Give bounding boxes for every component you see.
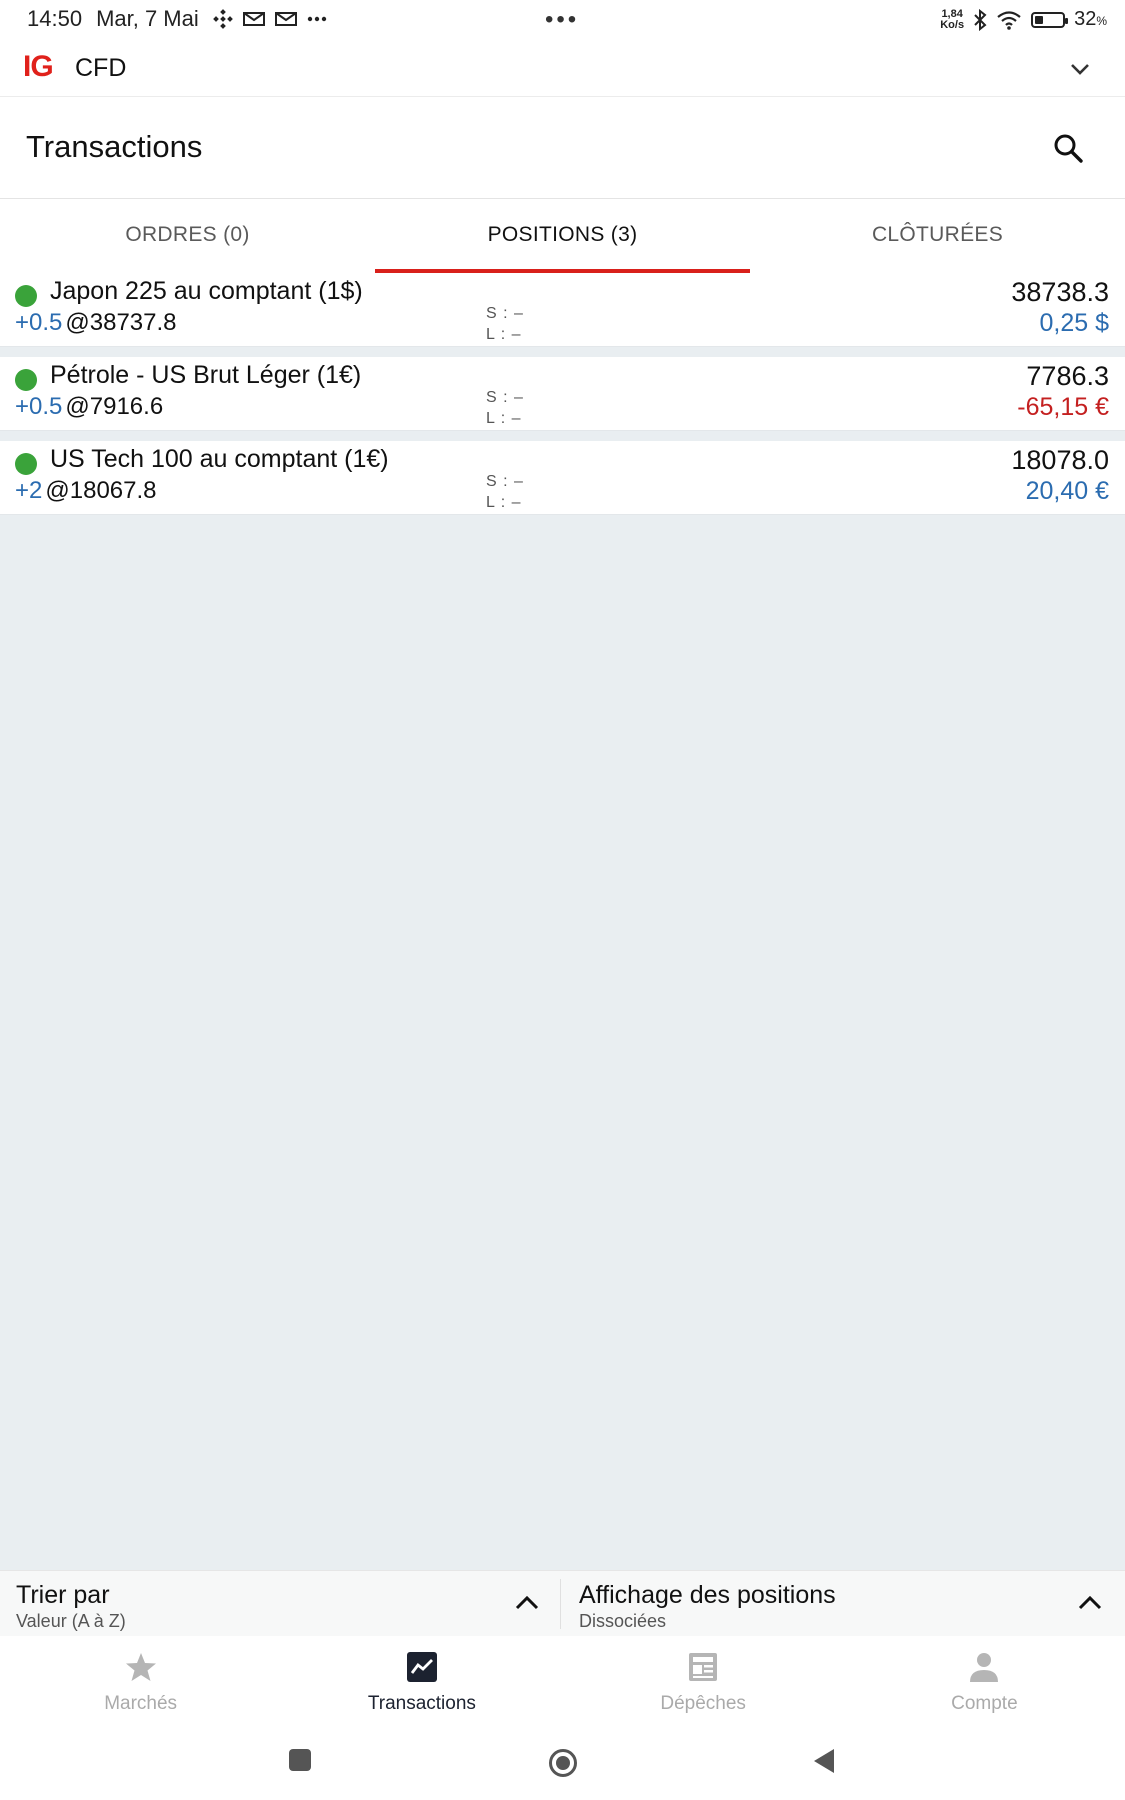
profit-loss: -65,15 € (1017, 393, 1109, 421)
status-right: 1,84 Ko/s 32% (940, 8, 1107, 31)
binance-icon (212, 9, 233, 29)
status-time: 14:50 (27, 6, 83, 31)
market-open-indicator (15, 453, 37, 475)
chevron-up-icon[interactable] (514, 1593, 540, 1611)
bottom-navigation: Marchés Transactions Dépêches Compte (0, 1636, 1125, 1726)
battery-percent-sign: % (1096, 14, 1107, 28)
net-speed-value: 1,84 (941, 7, 963, 20)
position-row[interactable]: Pétrole - US Brut Léger (1€) +0.5 @7916.6… (0, 357, 1125, 431)
profit-loss: 0,25 $ (1039, 309, 1109, 337)
page-header: Transactions (0, 97, 1125, 199)
stop-level: S : – (486, 389, 524, 406)
position-size: +2 @18067.8 (15, 477, 157, 505)
battery-icon (1031, 11, 1069, 28)
notification-icons (212, 9, 327, 29)
stop-limit: S : – L : – (486, 303, 524, 345)
limit-level: L : – (486, 410, 522, 427)
nav-account[interactable]: Compte (844, 1636, 1125, 1726)
position-display-selector[interactable]: Affichage des positions Dissociées (563, 1571, 1125, 1637)
home-icon[interactable] (548, 1748, 578, 1778)
account-type-title[interactable]: CFD (75, 54, 126, 83)
chart-icon (406, 1652, 437, 1682)
profit-loss: 20,40 € (1025, 477, 1109, 505)
bluetooth-icon (974, 8, 987, 31)
back-icon[interactable] (812, 1748, 836, 1774)
position-at: @ (45, 477, 70, 504)
sort-display-bar: Trier par Valeur (A à Z) Affichage des p… (0, 1570, 1125, 1637)
person-icon (970, 1653, 999, 1682)
battery-percent: 32% (1074, 8, 1107, 31)
system-navigation (0, 1726, 1125, 1800)
limit-level: L : – (486, 494, 522, 511)
current-price: 18078.0 (1011, 445, 1109, 475)
position-row[interactable]: Japon 225 au comptant (1$) +0.5 @38737.8 … (0, 273, 1125, 347)
stop-level: S : – (486, 305, 524, 322)
current-price: 38738.3 (1011, 277, 1109, 307)
nav-label: Dépêches (660, 1693, 746, 1714)
position-name: US Tech 100 au comptant (1€) (50, 445, 389, 473)
battery-percent-value: 32 (1074, 8, 1097, 30)
stop-limit: S : – L : – (486, 387, 524, 429)
position-at: @ (65, 309, 90, 336)
position-direction-size: +0.5 (15, 393, 63, 420)
mail-icon (274, 12, 297, 26)
display-title: Affichage des positions (579, 1581, 836, 1609)
position-open-price: 18067.8 (69, 477, 157, 504)
nav-transactions[interactable]: Transactions (281, 1636, 562, 1726)
stop-level: S : – (486, 473, 524, 490)
tab-closed[interactable]: CLÔTURÉES (750, 199, 1125, 273)
tab-bar: ORDRES (0) POSITIONS (3) CLÔTURÉES (0, 199, 1125, 273)
sort-selector[interactable]: Trier par Valeur (A à Z) (0, 1571, 560, 1637)
tab-positions[interactable]: POSITIONS (3) (375, 199, 750, 273)
chevron-down-icon[interactable] (1069, 58, 1091, 80)
nav-news[interactable]: Dépêches (563, 1636, 844, 1726)
position-size: +0.5 @7916.6 (15, 393, 163, 421)
search-icon[interactable] (1051, 131, 1085, 165)
divider (560, 1579, 561, 1629)
position-name: Pétrole - US Brut Léger (1€) (50, 361, 362, 389)
position-name: Japon 225 au comptant (1$) (50, 277, 363, 305)
position-open-price: 38737.8 (89, 309, 177, 336)
position-size: +0.5 @38737.8 (15, 309, 177, 337)
net-speed: 1,84 Ko/s (940, 7, 965, 31)
position-row[interactable]: US Tech 100 au comptant (1€) +2 @18067.8 … (0, 441, 1125, 515)
position-direction-size: +0.5 (15, 309, 63, 336)
tab-orders[interactable]: ORDRES (0) (0, 199, 375, 273)
current-price: 7786.3 (1026, 361, 1109, 391)
sort-value: Valeur (A à Z) (16, 1611, 126, 1631)
recents-icon[interactable] (288, 1748, 312, 1772)
position-direction-size: +2 (15, 477, 43, 504)
star-icon (125, 1653, 156, 1681)
status-date: Mar, 7 Mai (96, 6, 199, 31)
app-bar: IG CFD (0, 40, 1125, 97)
nav-label: Marchés (104, 1693, 178, 1714)
more-icon (307, 16, 326, 22)
status-left: 14:50 Mar, 7 Mai (27, 6, 327, 32)
position-open-price: 7916.6 (89, 393, 164, 420)
position-at: @ (65, 393, 90, 420)
page-title: Transactions (26, 129, 203, 164)
nav-markets[interactable]: Marchés (0, 1636, 281, 1726)
market-open-indicator (15, 285, 37, 307)
stop-limit: S : – L : – (486, 471, 524, 513)
sort-title: Trier par (16, 1581, 110, 1609)
mail-icon (242, 12, 265, 26)
chevron-up-icon[interactable] (1077, 1593, 1103, 1611)
market-open-indicator (15, 369, 37, 391)
limit-level: L : – (486, 326, 522, 343)
wifi-icon (997, 10, 1021, 30)
nav-label: Compte (951, 1693, 1018, 1714)
multitask-dots[interactable]: ••• (545, 6, 579, 34)
positions-list: Japon 225 au comptant (1$) +0.5 @38737.8 … (0, 273, 1125, 1570)
display-value: Dissociées (579, 1611, 667, 1631)
nav-label: Transactions (367, 1693, 476, 1714)
ig-logo: IG (23, 50, 54, 83)
news-icon (689, 1653, 718, 1681)
battery-level-fill (1035, 15, 1044, 24)
net-speed-unit: Ko/s (940, 18, 965, 31)
status-bar: 14:50 Mar, 7 Mai ••• 1,84 Ko/s 32% (0, 0, 1125, 40)
